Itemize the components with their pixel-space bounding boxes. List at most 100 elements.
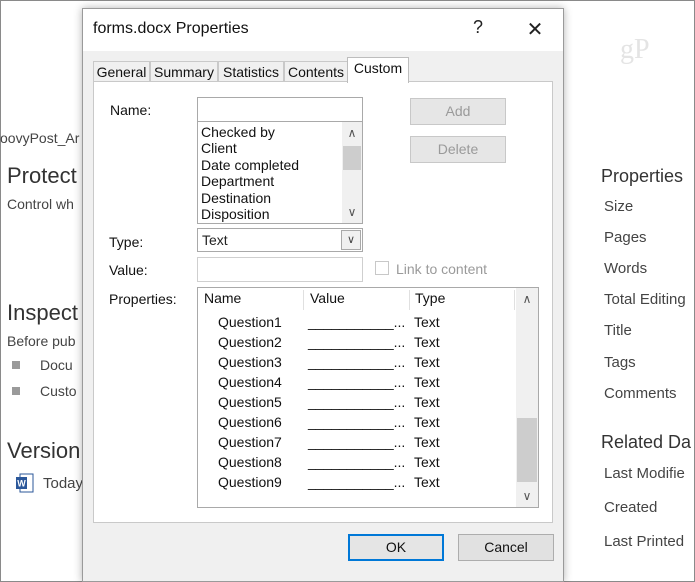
tab-summary[interactable]: Summary [150,61,218,82]
cell-name: Question9 [218,474,282,490]
cancel-button[interactable]: Cancel [458,534,554,561]
cell-type: Text [414,314,440,330]
table-row[interactable]: Question4 ___________... Text [198,372,514,392]
cell-name: Question5 [218,394,282,410]
cell-name: Question4 [218,374,282,390]
chevron-up-icon[interactable]: ∧ [342,126,362,140]
column-divider [303,290,304,310]
type-select[interactable]: Text ∨ [197,228,363,252]
property-words: Words [604,260,648,277]
properties-heading: Properties [601,166,684,186]
help-button[interactable]: ? [468,17,488,38]
property-total-editing: Total Editing [604,291,686,308]
table-row[interactable]: Question8 ___________... Text [198,452,514,472]
list-item[interactable]: Destination [201,190,271,206]
type-label: Type: [109,234,144,250]
table-row[interactable]: Question7 ___________... Text [198,432,514,452]
inspect-item: Custo [40,383,77,399]
list-scrollbar[interactable]: ∧ ∨ [342,122,362,223]
property-tags: Tags [604,354,636,371]
property-size: Size [604,198,634,215]
cell-type: Text [414,334,440,350]
column-header-type[interactable]: Type [415,290,445,310]
word-document-icon: W [16,473,34,493]
cell-value: ___________... [308,414,406,430]
cell-value: ___________... [308,354,406,370]
column-divider [409,290,410,310]
cell-type: Text [414,414,440,430]
scroll-thumb[interactable] [343,146,361,170]
tab-statistics[interactable]: Statistics [218,61,284,82]
inspect-description: Before pub [7,333,76,349]
list-item[interactable]: Checked by [201,124,275,140]
versions-heading: Version [7,438,81,463]
list-item[interactable]: Disposition [201,206,269,222]
property-comments: Comments [604,385,677,402]
name-input[interactable] [197,97,363,122]
protect-description: Control wh [7,196,74,212]
scroll-thumb[interactable] [517,418,537,482]
related-created: Created [604,499,658,516]
inspect-heading: Inspect [7,300,78,325]
chevron-down-icon[interactable]: ∨ [516,489,538,503]
tab-custom[interactable]: Custom [347,57,409,83]
cell-value: ___________... [308,374,406,390]
list-item[interactable]: Date completed [201,157,299,173]
related-last-modified: Last Modifie [604,465,685,482]
bullet-icon [12,361,20,369]
inspect-item: Docu [40,357,73,373]
svg-text:W: W [17,479,26,489]
column-header-name[interactable]: Name [204,290,241,310]
chevron-down-icon[interactable]: ∨ [341,230,361,250]
cell-name: Question7 [218,434,282,450]
table-row[interactable]: Question1 ___________... Text [198,312,514,332]
table-row[interactable]: Question9 ___________... Text [198,472,514,492]
properties-table[interactable]: Name Value Type Question1 ___________... T… [197,287,539,508]
cell-type: Text [414,434,440,450]
cell-name: Question6 [218,414,282,430]
list-item[interactable]: Department [201,173,274,189]
value-label: Value: [109,262,148,278]
table-row[interactable]: Question5 ___________... Text [198,392,514,412]
table-row[interactable]: Question2 ___________... Text [198,332,514,352]
cell-value: ___________... [308,394,406,410]
name-label: Name: [110,102,152,118]
protect-heading: Protect [7,163,77,188]
cell-type: Text [414,394,440,410]
tab-general[interactable]: General [93,61,150,82]
properties-label: Properties: [109,291,177,307]
properties-dialog: forms.docx Properties ? ✕ General Summar… [82,8,564,582]
chevron-up-icon[interactable]: ∧ [516,292,538,306]
dialog-titlebar[interactable]: forms.docx Properties ? ✕ [83,9,563,51]
cell-value: ___________... [308,454,406,470]
related-last-printed: Last Printed [604,533,685,550]
cell-name: Question2 [218,334,282,350]
related-dates-heading: Related Da [601,432,692,452]
bullet-icon [12,387,20,395]
version-item[interactable]: Today [43,475,83,492]
link-to-content-label: Link to content [396,261,488,277]
column-header-value[interactable]: Value [310,290,345,310]
cell-value: ___________... [308,314,406,330]
watermark-logo: gP [620,34,650,65]
close-button[interactable]: ✕ [523,17,547,42]
property-pages: Pages [604,229,647,246]
list-item[interactable]: Client [201,140,237,156]
add-button[interactable]: Add [410,98,506,125]
tab-contents[interactable]: Contents [284,61,348,82]
table-row[interactable]: Question3 ___________... Text [198,352,514,372]
chevron-down-icon[interactable]: ∨ [342,205,362,219]
cell-type: Text [414,474,440,490]
link-to-content-checkbox[interactable] [375,261,389,275]
ok-button[interactable]: OK [348,534,444,561]
table-row[interactable]: Question6 ___________... Text [198,412,514,432]
document-filename: oovyPost_Ar [0,130,80,146]
column-divider [514,290,515,310]
delete-button[interactable]: Delete [410,136,506,163]
properties-scrollbar[interactable]: ∧ ∨ [516,288,538,507]
property-title: Title [604,322,632,339]
name-options-list[interactable]: Checked by Client Date completed Departm… [197,121,363,224]
value-input[interactable] [197,257,363,282]
cell-type: Text [414,354,440,370]
dialog-title: forms.docx Properties [93,20,249,37]
